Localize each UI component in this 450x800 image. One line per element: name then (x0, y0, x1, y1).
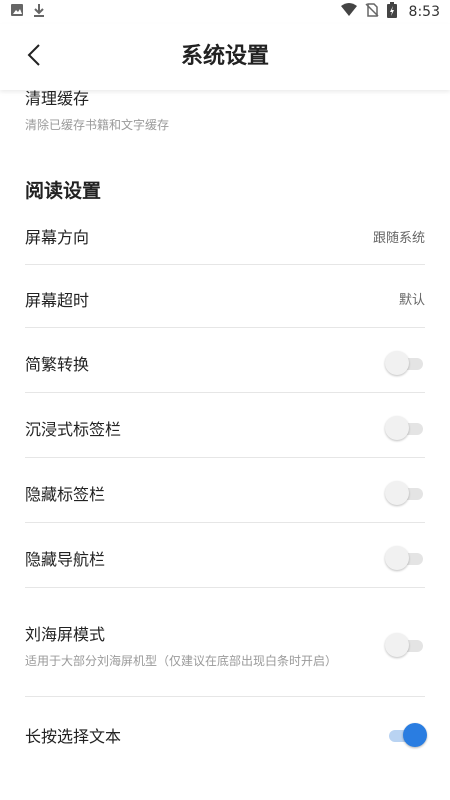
setting-screen-orientation[interactable]: 屏幕方向 跟随系统 (25, 208, 425, 265)
no-sim-icon (365, 3, 379, 21)
setting-label: 隐藏导航栏 (25, 549, 106, 569)
setting-subtitle: 适用于大部分刘海屏机型（仅建议在底部出现白条时开启） (25, 653, 338, 668)
setting-value: 默认 (398, 293, 425, 308)
setting-label: 沉浸式标签栏 (25, 419, 122, 439)
status-time: 8:53 (408, 4, 440, 20)
setting-screen-timeout[interactable]: 屏幕超时 默认 (25, 270, 425, 328)
page-title: 系统设置 (180, 44, 269, 69)
toggle-switch[interactable] (385, 480, 425, 506)
toggle-switch[interactable] (385, 415, 425, 441)
setting-label: 刘海屏模式 (25, 624, 106, 644)
toggle-switch[interactable] (385, 545, 425, 571)
setting-label: 屏幕超时 (25, 290, 90, 310)
section-title-reading: 阅读设置 (25, 180, 102, 202)
setting-notch-mode[interactable]: 刘海屏模式 适用于大部分刘海屏机型（仅建议在底部出现白条时开启） (25, 593, 425, 697)
clear-cache-item[interactable]: 清理缓存 清除已缓存书籍和文字缓存 (25, 88, 425, 133)
toggle-switch[interactable] (385, 722, 427, 748)
toggle-switch[interactable] (385, 350, 425, 376)
image-icon (10, 3, 24, 21)
setting-label: 隐藏标签栏 (25, 484, 106, 504)
status-bar: 8:53 (0, 0, 450, 24)
setting-simplified-traditional[interactable]: 简繁转换 (25, 333, 425, 393)
setting-hide-navbar[interactable]: 隐藏导航栏 (25, 528, 425, 588)
download-icon (32, 3, 46, 21)
status-right: 8:53 (340, 2, 440, 22)
setting-text-group: 刘海屏模式 适用于大部分刘海屏机型（仅建议在底部出现白条时开启） (25, 621, 365, 669)
battery-charging-icon (386, 2, 397, 22)
clear-cache-subtitle: 清除已缓存书籍和文字缓存 (25, 118, 170, 132)
back-button[interactable] (20, 42, 48, 72)
setting-long-press-select[interactable]: 长按选择文本 (25, 702, 427, 768)
status-left (10, 3, 46, 21)
setting-label: 屏幕方向 (25, 228, 90, 247)
toggle-switch[interactable] (385, 632, 425, 658)
clear-cache-label: 清理缓存 (25, 89, 90, 108)
wifi-icon (340, 3, 357, 21)
chevron-left-icon (26, 43, 42, 71)
app-bar: 系统设置 (0, 24, 450, 90)
setting-hide-tabbar[interactable]: 隐藏标签栏 (25, 463, 425, 523)
setting-value: 跟随系统 (372, 230, 425, 246)
setting-label: 长按选择文本 (25, 727, 122, 746)
setting-immersive-tabbar[interactable]: 沉浸式标签栏 (25, 398, 425, 458)
setting-label: 简繁转换 (25, 354, 90, 374)
